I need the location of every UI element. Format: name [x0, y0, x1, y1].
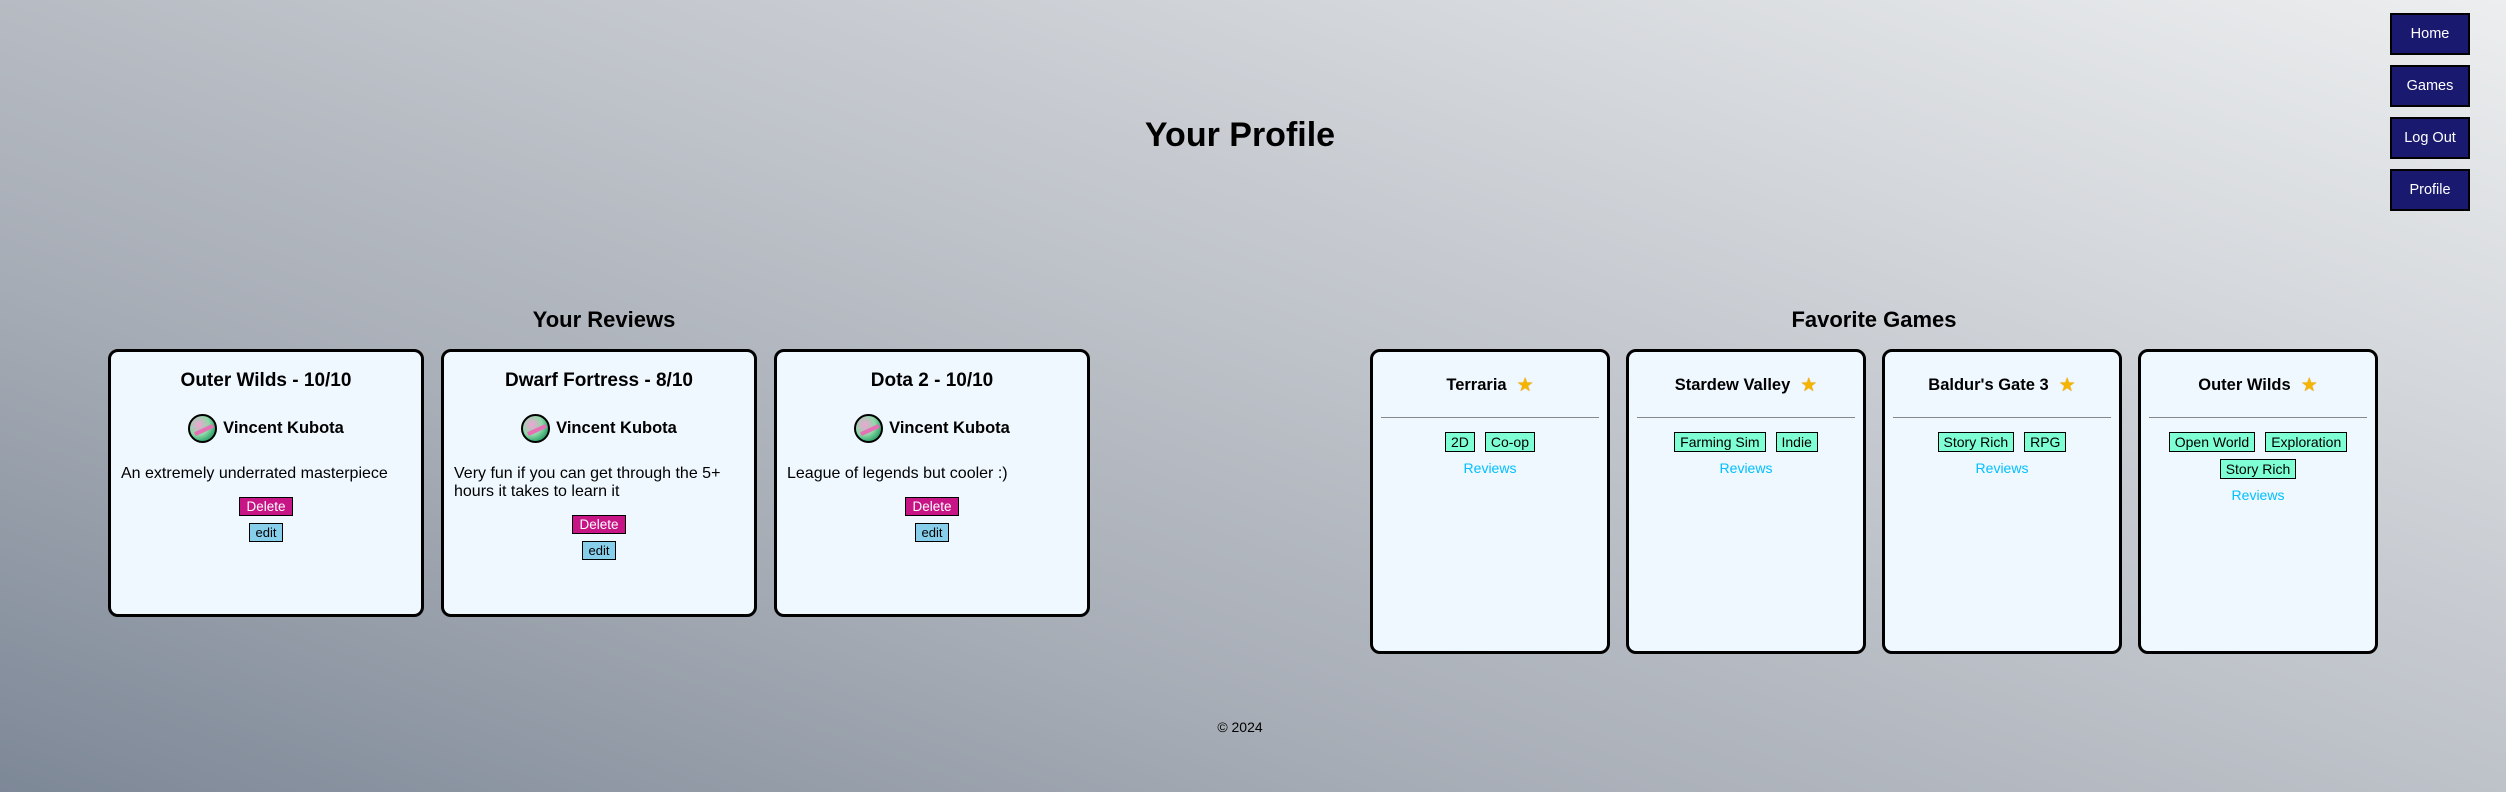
tag: Story Rich [2219, 459, 2297, 479]
review-card: Dota 2 - 10/10 Vincent Kubota League of … [774, 349, 1090, 617]
divider [1637, 417, 1855, 418]
tag: 2D [1444, 432, 1475, 452]
review-actions: Delete edit [454, 515, 744, 560]
game-name: Terraria [1446, 376, 1507, 394]
nav-home-button[interactable]: Home [2390, 13, 2470, 55]
review-title: Dota 2 - 10/10 [870, 370, 994, 391]
game-name: Stardew Valley [1674, 376, 1791, 394]
favorite-games-list: Terraria ★ 2D Co-op Reviews Stardew Vall… [1370, 349, 2378, 654]
avatar [521, 414, 551, 443]
game-header: Stardew Valley ★ [1637, 376, 1855, 395]
review-actions: Delete edit [121, 497, 411, 542]
game-header: Outer Wilds ★ [2149, 376, 2367, 395]
favorites-section-title: Favorite Games [1791, 307, 1957, 332]
nav-games-button[interactable]: Games [2390, 65, 2470, 107]
game-header: Terraria ★ [1381, 376, 1599, 395]
review-text: League of legends but cooler :) [787, 465, 1008, 482]
tag-list: Farming Sim Indie [1637, 432, 1855, 452]
tag: Story Rich [1937, 432, 2015, 452]
review-title: Outer Wilds - 10/10 [180, 370, 352, 391]
reviews-link[interactable]: Reviews [1637, 460, 1855, 476]
favorite-game-card: Outer Wilds ★ Open World Exploration Sto… [2138, 349, 2378, 654]
star-icon[interactable]: ★ [2301, 376, 2318, 395]
star-icon[interactable]: ★ [1517, 376, 1534, 395]
delete-button[interactable]: Delete [239, 497, 293, 516]
divider [1893, 417, 2111, 418]
edit-button[interactable]: edit [248, 523, 284, 542]
top-nav: Home Games Log Out Profile [2390, 13, 2470, 211]
tag-list: Open World Exploration Story Rich [2149, 432, 2367, 479]
page-title: Your Profile [1144, 116, 1336, 154]
nav-profile-button[interactable]: Profile [2390, 169, 2470, 211]
game-name: Outer Wilds [2198, 376, 2291, 394]
tag-list: Story Rich RPG [1893, 432, 2111, 452]
game-header: Baldur's Gate 3 ★ [1893, 376, 2111, 395]
edit-button[interactable]: edit [581, 541, 617, 560]
review-actions: Delete edit [787, 497, 1077, 542]
star-icon[interactable]: ★ [2059, 376, 2076, 395]
author-name: Vincent Kubota [223, 419, 344, 437]
delete-button[interactable]: Delete [572, 515, 626, 534]
edit-button[interactable]: edit [914, 523, 950, 542]
tag: Co-op [1484, 432, 1536, 452]
reviews-link[interactable]: Reviews [1893, 460, 2111, 476]
tag: Farming Sim [1674, 432, 1766, 452]
reviews-link[interactable]: Reviews [2149, 487, 2367, 503]
review-card: Dwarf Fortress - 8/10 Vincent Kubota Ver… [441, 349, 757, 617]
game-name: Baldur's Gate 3 [1928, 376, 2049, 394]
review-author: Vincent Kubota [121, 414, 411, 443]
star-icon[interactable]: ★ [1800, 376, 1817, 395]
review-title: Dwarf Fortress - 8/10 [505, 370, 693, 391]
favorite-game-card: Stardew Valley ★ Farming Sim Indie Revie… [1626, 349, 1866, 654]
review-card: Outer Wilds - 10/10 Vincent Kubota An ex… [108, 349, 424, 617]
divider [1381, 417, 1599, 418]
author-name: Vincent Kubota [556, 419, 677, 437]
author-name: Vincent Kubota [889, 419, 1010, 437]
delete-button[interactable]: Delete [905, 497, 959, 516]
tag: Open World [2168, 432, 2256, 452]
favorite-game-card: Terraria ★ 2D Co-op Reviews [1370, 349, 1610, 654]
avatar [188, 414, 218, 443]
tag-list: 2D Co-op [1381, 432, 1599, 452]
tag: Indie [1775, 432, 1818, 452]
tag: RPG [2024, 432, 2067, 452]
footer-copyright: © 2024 [1217, 719, 1263, 735]
avatar [854, 414, 884, 443]
review-text: An extremely underrated masterpiece [121, 465, 388, 482]
divider [2149, 417, 2367, 418]
review-text: Very fun if you can get through the 5+ h… [454, 465, 721, 500]
reviews-section-title: Your Reviews [532, 307, 676, 332]
reviews-list: Outer Wilds - 10/10 Vincent Kubota An ex… [108, 349, 1090, 617]
review-author: Vincent Kubota [454, 414, 744, 443]
reviews-link[interactable]: Reviews [1381, 460, 1599, 476]
tag: Exploration [2265, 432, 2348, 452]
favorite-game-card: Baldur's Gate 3 ★ Story Rich RPG Reviews [1882, 349, 2122, 654]
review-author: Vincent Kubota [787, 414, 1077, 443]
